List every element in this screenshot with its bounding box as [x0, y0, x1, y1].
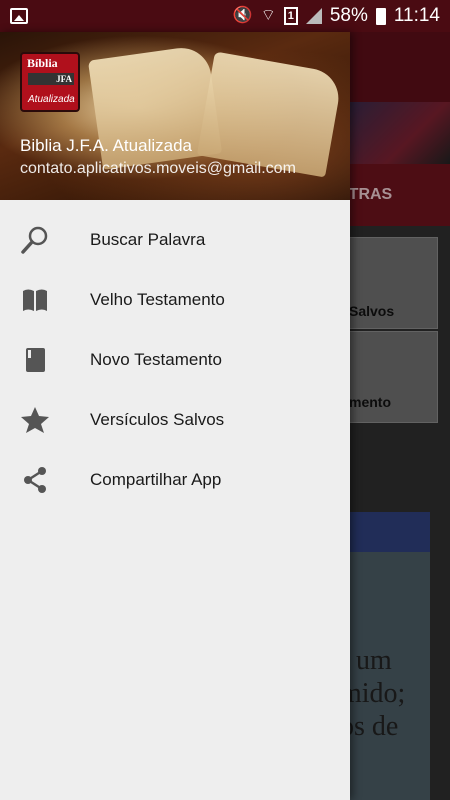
status-left: [10, 8, 28, 24]
menu-item-novo-testamento[interactable]: Novo Testamento: [0, 330, 350, 390]
search-icon: [20, 225, 50, 255]
menu-item-label: Velho Testamento: [90, 290, 225, 309]
battery-icon: [375, 7, 386, 25]
open-book-icon: [20, 285, 50, 315]
status-bar: 🔇 ⌔ 1 58% 11:14: [0, 0, 450, 32]
menu-item-label: Versículos Salvos: [90, 410, 225, 429]
clock: 11:14: [393, 5, 440, 26]
drawer-header: Bíblia JFA Atualizada Biblia J.F.A. Atua…: [0, 32, 350, 200]
menu-item-versiculos-salvos[interactable]: Versículos Salvos: [0, 390, 350, 450]
bible-page-right: [196, 51, 344, 178]
star-icon: [20, 405, 50, 435]
battery-percent: 58%: [329, 5, 368, 26]
drawer-menu: Buscar Palavra Velho Testamento Novo Tes…: [0, 210, 350, 510]
app-logo: Bíblia JFA Atualizada: [20, 52, 80, 112]
menu-item-buscar-palavra[interactable]: Buscar Palavra: [0, 210, 350, 270]
contact-email: contato.aplicativos.moveis@gmail.com: [20, 160, 296, 177]
closed-book-icon: [20, 345, 50, 375]
menu-item-compartilhar-app[interactable]: Compartilhar App: [0, 450, 350, 510]
navigation-drawer: Bíblia JFA Atualizada Biblia J.F.A. Atua…: [0, 32, 350, 800]
gallery-notification-icon: [10, 8, 28, 24]
menu-item-label: Buscar Palavra: [90, 230, 206, 249]
menu-item-label: Compartilhar App: [90, 470, 222, 489]
wifi-icon: ⌔: [260, 7, 276, 24]
signal-icon: [305, 8, 322, 24]
mute-icon: 🔇: [232, 7, 253, 24]
sim-icon: 1: [283, 7, 298, 25]
menu-item-velho-testamento[interactable]: Velho Testamento: [0, 270, 350, 330]
status-right: 🔇 ⌔ 1 58% 11:14: [233, 5, 440, 27]
app-title: Biblia J.F.A. Atualizada: [20, 136, 192, 155]
share-icon: [20, 465, 50, 495]
menu-item-label: Novo Testamento: [90, 350, 222, 369]
